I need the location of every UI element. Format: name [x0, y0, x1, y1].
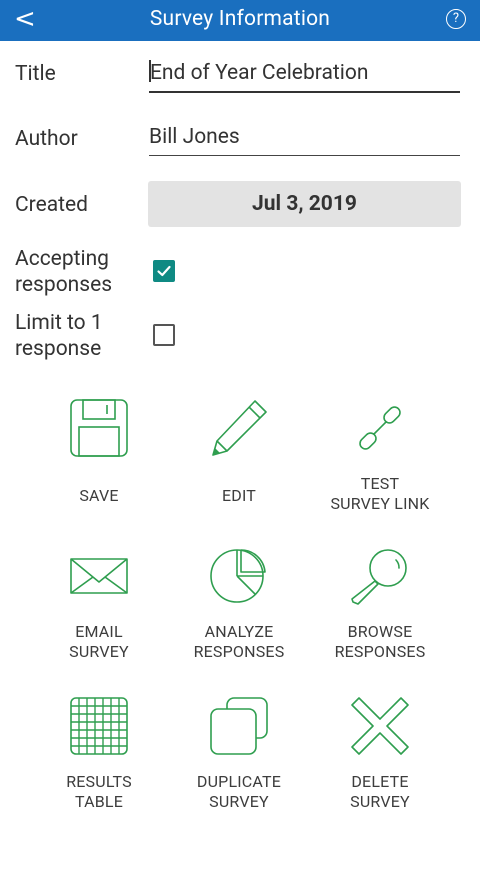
- accepting-responses-checkbox[interactable]: [153, 260, 175, 282]
- author-value: Bill Jones: [149, 125, 240, 149]
- created-label: Created: [15, 193, 88, 217]
- duplicate-icon: [210, 697, 268, 755]
- test-survey-link-button[interactable]: TEST SURVEY LINK: [310, 398, 450, 514]
- title-label: Title: [15, 62, 56, 86]
- analyze-caption-line2: RESPONSES: [193, 642, 285, 661]
- pie-chart-icon: [210, 549, 266, 603]
- limit-label: Limit to 1 response: [15, 310, 103, 362]
- results-caption-line2: TABLE: [74, 792, 124, 811]
- duplicate-survey-button[interactable]: DUPLICATE SURVEY: [169, 696, 309, 812]
- edit-button[interactable]: EDIT: [169, 398, 309, 506]
- check-icon: [157, 265, 171, 277]
- pencil-icon: [212, 400, 267, 456]
- page-title: Survey Information: [149, 7, 331, 31]
- table-grid-icon: [70, 697, 128, 755]
- floppy-disk-icon: [70, 399, 128, 457]
- accepting-label: Accepting responses: [15, 246, 112, 298]
- browse-caption-line1: BROWSE: [347, 622, 413, 641]
- results-table-caption: RESULTS TABLE: [29, 772, 169, 812]
- limit-one-response-checkbox[interactable]: [153, 324, 175, 346]
- analyze-responses-button[interactable]: ANALYZE RESPONSES: [169, 546, 309, 662]
- email-survey-caption: EMAIL SURVEY: [29, 622, 169, 662]
- edit-caption: EDIT: [169, 486, 309, 506]
- test-caption-line2: SURVEY LINK: [330, 494, 430, 513]
- analyze-responses-caption: ANALYZE RESPONSES: [169, 622, 309, 662]
- results-caption-line1: RESULTS: [66, 772, 132, 791]
- email-survey-button[interactable]: EMAIL SURVEY: [29, 546, 169, 662]
- email-caption-line1: EMAIL: [75, 622, 123, 641]
- analyze-caption-line1: ANALYZE: [204, 622, 274, 641]
- delete-caption-line1: DELETE: [351, 772, 409, 791]
- envelope-icon: [70, 558, 128, 594]
- save-caption-line: SAVE: [79, 486, 119, 505]
- browse-responses-button[interactable]: BROWSE RESPONSES: [310, 546, 450, 662]
- limit-label-line2: response: [15, 337, 102, 361]
- app-bar: < Survey Information ?: [0, 0, 480, 41]
- edit-caption-line: EDIT: [221, 486, 257, 505]
- test-survey-link-caption: TEST SURVEY LINK: [310, 474, 450, 514]
- author-field[interactable]: Bill Jones: [149, 125, 460, 156]
- duplicate-caption-line1: DUPLICATE: [196, 772, 282, 791]
- limit-label-line1: Limit to 1: [15, 311, 103, 335]
- duplicate-survey-caption: DUPLICATE SURVEY: [169, 772, 309, 812]
- title-value: End of Year Celebration: [150, 61, 369, 85]
- delete-survey-caption: DELETE SURVEY: [310, 772, 450, 812]
- save-button[interactable]: SAVE: [29, 398, 169, 506]
- help-icon[interactable]: ?: [446, 9, 466, 29]
- delete-survey-button[interactable]: DELETE SURVEY: [310, 696, 450, 812]
- title-field[interactable]: End of Year Celebration: [149, 60, 460, 93]
- email-caption-line2: SURVEY: [69, 642, 129, 661]
- browse-responses-caption: BROWSE RESPONSES: [310, 622, 450, 662]
- accepting-label-line1: Accepting: [15, 247, 109, 271]
- save-caption: SAVE: [29, 486, 169, 506]
- results-table-button[interactable]: RESULTS TABLE: [29, 696, 169, 812]
- browse-caption-line2: RESPONSES: [334, 642, 426, 661]
- author-label: Author: [15, 127, 78, 151]
- created-date-button[interactable]: Jul 3, 2019: [148, 181, 461, 227]
- link-icon: [359, 406, 401, 450]
- accepting-label-line2: responses: [15, 273, 113, 297]
- duplicate-caption-line2: SURVEY: [209, 792, 269, 811]
- delete-x-icon: [351, 697, 409, 755]
- test-caption-line1: TEST: [360, 474, 400, 493]
- delete-caption-line2: SURVEY: [350, 792, 410, 811]
- magnifier-icon: [351, 549, 407, 605]
